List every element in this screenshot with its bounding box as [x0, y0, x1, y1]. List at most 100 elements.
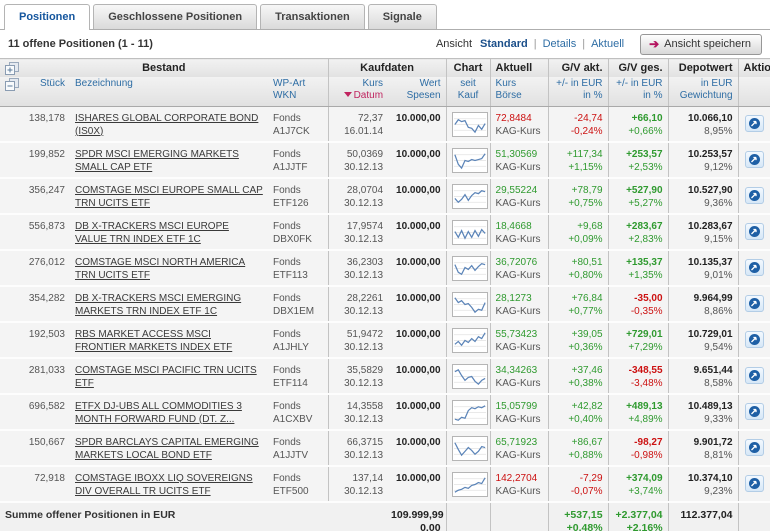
sparkline-chart[interactable] [452, 148, 488, 173]
aktuell-cell: 28,1273 KAG-Kurs [490, 286, 548, 322]
position-name-link[interactable]: COMSTAGE MSCI EUROPE SMALL CAP TRN UCITS… [75, 184, 263, 210]
position-name-link[interactable]: DB X-TRACKERS MSCI EMERGING MARKETS TRN … [75, 292, 263, 318]
trade-order-arrow-icon [748, 189, 761, 202]
chart-cell [446, 358, 490, 394]
trade-order-button[interactable] [745, 151, 764, 168]
position-name-link[interactable]: SPDR MSCI EMERGING MARKETS SMALL CAP ETF [75, 148, 263, 174]
wert-cell: 10.000,00 [388, 358, 446, 394]
sparkline-chart[interactable] [452, 292, 488, 317]
gv-akt-cell: -7,29 -0,07% [548, 466, 608, 502]
position-name-link[interactable]: COMSTAGE MSCI NORTH AMERICA TRN UCITS ET… [75, 256, 263, 282]
row-icon-cell [0, 286, 20, 322]
gv-ges-cell: +283,67 +2,83% [608, 214, 668, 250]
trade-order-button[interactable] [745, 403, 764, 420]
trade-order-button[interactable] [745, 367, 764, 384]
column-header-kurs-datum[interactable]: Kurs Datum [328, 77, 388, 107]
column-header-bezeichnung[interactable]: Bezeichnung [70, 77, 268, 107]
position-name-link[interactable]: ISHARES GLOBAL CORPORATE BOND (IS0X) [75, 112, 263, 138]
column-header-kurs-boerse[interactable]: KursBörse [490, 77, 548, 107]
trade-order-button[interactable] [745, 223, 764, 240]
trade-order-button[interactable] [745, 259, 764, 276]
column-header-gv-ges-eur-pct[interactable]: +/- in EURin % [608, 77, 668, 107]
aktion-cell [738, 178, 770, 214]
column-group-aktion: Aktion [738, 59, 770, 77]
gv-akt-cell: +78,79 +0,75% [548, 178, 608, 214]
trade-order-arrow-icon [748, 225, 761, 238]
wert-cell: 10.000,00 [388, 394, 446, 430]
column-header-wert-spesen[interactable]: WertSpesen [388, 77, 446, 107]
sparkline-chart[interactable] [452, 364, 488, 389]
trade-order-arrow-icon [748, 405, 761, 418]
trade-order-button[interactable] [745, 115, 764, 132]
sparkline-chart[interactable] [452, 256, 488, 281]
gv-akt-cell: +86,67 +0,88% [548, 430, 608, 466]
bezeichnung-cell: SPDR BARCLAYS CAPITAL EMERGING MARKETS L… [70, 430, 268, 466]
position-name-link[interactable]: COMSTAGE MSCI PACIFIC TRN UCITS ETF [75, 364, 263, 390]
sparkline-chart[interactable] [452, 400, 488, 425]
chart-cell [446, 214, 490, 250]
tab-transaktionen[interactable]: Transaktionen [260, 4, 365, 29]
view-separator: | [582, 38, 585, 50]
sparkline-chart[interactable] [452, 220, 488, 245]
tab-positionen[interactable]: Positionen [4, 4, 90, 30]
position-name-link[interactable]: RBS MARKET ACCESS MSCI FRONTIER MARKETS … [75, 328, 263, 354]
expand-all-icon[interactable] [5, 62, 19, 78]
kauf-kurs-datum-cell: 50,036930.12.13 [328, 142, 388, 178]
tab-signale[interactable]: Signale [368, 4, 437, 29]
aktuell-cell: 29,55224 KAG-Kurs [490, 178, 548, 214]
view-label: Ansicht [436, 38, 472, 50]
depotwert-cell: 9.964,99 8,86% [668, 286, 738, 322]
tab-geschlossene-positionen[interactable]: Geschlossene Positionen [93, 4, 257, 29]
wp-art-wkn-cell: FondsETF500 [268, 466, 328, 502]
wp-art-wkn-cell: FondsA1JJTV [268, 430, 328, 466]
save-view-button[interactable]: ➔ Ansicht speichern [640, 34, 762, 55]
trade-order-button[interactable] [745, 187, 764, 204]
column-header-stueck[interactable]: Stück [20, 77, 70, 107]
stueck-value: 276,012 [20, 250, 70, 286]
column-group-chart: Chart [446, 59, 490, 77]
wert-cell: 10.000,00 [388, 214, 446, 250]
sparkline-chart[interactable] [452, 184, 488, 209]
trade-order-button[interactable] [745, 475, 764, 492]
sparkline-chart[interactable] [452, 112, 488, 137]
wert-cell: 10.000,00 [388, 466, 446, 502]
position-name-link[interactable]: DB X-TRACKERS MSCI EUROPE VALUE TRN INDE… [75, 220, 263, 246]
aktion-cell [738, 106, 770, 142]
stueck-value: 72,918 [20, 466, 70, 502]
column-header-gv-akt-eur-pct[interactable]: +/- in EURin % [548, 77, 608, 107]
sparkline-chart[interactable] [452, 436, 488, 461]
kauf-kurs-datum-cell: 72,3716.01.14 [328, 106, 388, 142]
trade-order-button[interactable] [745, 439, 764, 456]
sum-depotwert: 112.377,04 [668, 502, 738, 531]
sparkline-chart[interactable] [452, 472, 488, 497]
stueck-value: 281,033 [20, 358, 70, 394]
open-positions-count: 11 offene Positionen (1 - 11) [8, 38, 153, 50]
view-aktuell-link[interactable]: Aktuell [591, 38, 624, 50]
position-name-link[interactable]: COMSTAGE IBOXX LIQ SOVEREIGNS DIV OVERAL… [75, 472, 263, 498]
position-row: 150,667 SPDR BARCLAYS CAPITAL EMERGING M… [0, 430, 770, 466]
position-name-link[interactable]: SPDR BARCLAYS CAPITAL EMERGING MARKETS L… [75, 436, 263, 462]
collapse-all-icon[interactable] [5, 83, 19, 94]
aktion-cell [738, 142, 770, 178]
view-details-link[interactable]: Details [543, 38, 577, 50]
depotwert-cell: 10.066,10 8,95% [668, 106, 738, 142]
sum-gv-ges: +2.377,04+2,16% [608, 502, 668, 531]
aktuell-cell: 65,71923 KAG-Kurs [490, 430, 548, 466]
column-header-depotwert-gewichtung[interactable]: in EURGewichtung [668, 77, 738, 107]
gv-akt-cell: +80,51 +0,80% [548, 250, 608, 286]
wp-art-wkn-cell: FondsA1J7CK [268, 106, 328, 142]
wp-art-wkn-cell: FondsA1JHLY [268, 322, 328, 358]
wert-cell: 10.000,00 [388, 322, 446, 358]
view-standard-link[interactable]: Standard [480, 38, 528, 50]
column-group-gv-akt: G/V akt. [548, 59, 608, 77]
chart-cell [446, 322, 490, 358]
trade-order-button[interactable] [745, 295, 764, 312]
position-name-link[interactable]: ETFX DJ-UBS ALL COMMODITIES 3 MONTH FORW… [75, 400, 263, 426]
bezeichnung-cell: COMSTAGE MSCI PACIFIC TRN UCITS ETF [70, 358, 268, 394]
sum-wert: 109.999,990,00 [388, 502, 446, 531]
sparkline-chart[interactable] [452, 328, 488, 353]
trade-order-arrow-icon [748, 153, 761, 166]
trade-order-button[interactable] [745, 331, 764, 348]
column-header-wp-art-wkn[interactable]: WP-ArtWKN [268, 77, 328, 107]
trade-order-arrow-icon [748, 369, 761, 382]
